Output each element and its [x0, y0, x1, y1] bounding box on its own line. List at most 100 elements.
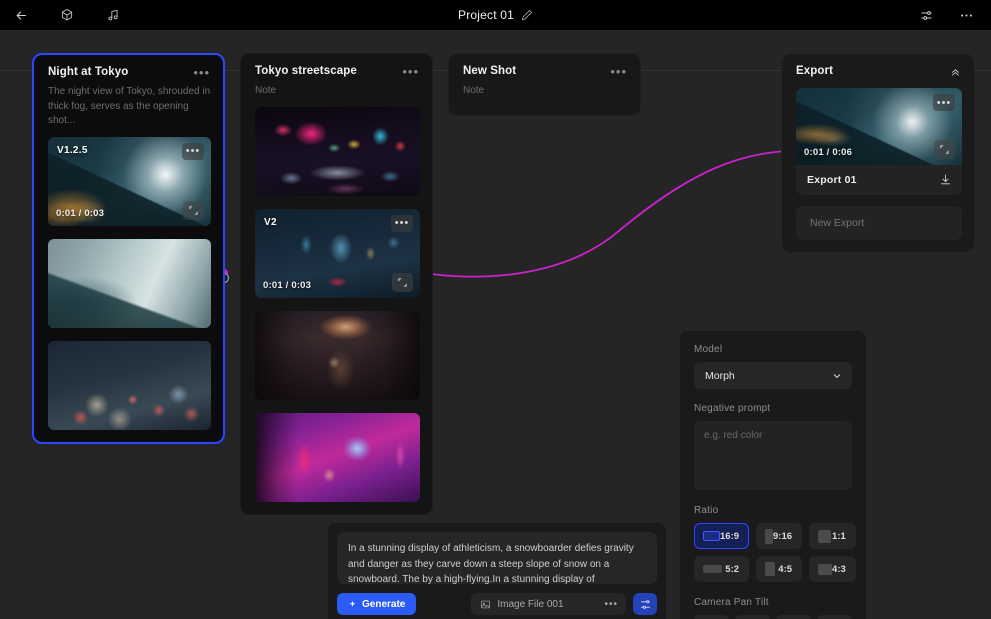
panel-body: ••• 0:01 / 0:06 Export 01 New Export — [782, 88, 974, 252]
page-title: Project 01 — [458, 8, 514, 22]
export-item-name: Export 01 — [807, 174, 857, 186]
image-file-icon — [480, 599, 491, 610]
ratio-shape-preview — [703, 565, 722, 573]
node-thumbnail-list: V1.2.5 ••• 0:01 / 0:03 — [34, 137, 223, 442]
version-badge: V2 — [264, 217, 277, 228]
camera-pan-tilt-controls — [694, 615, 852, 619]
thumbnail-buildings — [48, 239, 211, 328]
panel-export[interactable]: Export ••• 0:01 / 0:06 — [781, 53, 975, 253]
thumbnail-clip-v125[interactable]: V1.2.5 ••• 0:01 / 0:03 — [48, 137, 211, 226]
node-header: New Shot ••• Note — [449, 54, 640, 107]
back-arrow-icon[interactable] — [8, 2, 34, 28]
panel-title: Export — [796, 65, 833, 77]
top-bar-left-tools — [0, 2, 126, 28]
more-dots-icon[interactable]: ••• — [933, 94, 955, 111]
ratio-option-5-2[interactable]: 5:2 — [694, 556, 749, 582]
export-item-card[interactable]: ••• 0:01 / 0:06 Export 01 — [796, 88, 962, 195]
ratio-option-label: 16:9 — [720, 531, 739, 542]
more-dots-icon[interactable]: ••• — [391, 215, 413, 232]
pan-up-right-icon[interactable] — [735, 615, 770, 619]
ratio-shape-preview — [703, 531, 720, 541]
download-icon[interactable] — [939, 173, 952, 186]
ratio-option-label: 5:2 — [725, 564, 739, 575]
node-title: New Shot — [463, 65, 516, 77]
cube-3d-icon[interactable] — [54, 2, 80, 28]
more-dots-icon[interactable]: ••• — [609, 65, 628, 79]
expand-icon[interactable] — [183, 201, 204, 220]
prompt-settings-button[interactable] — [633, 593, 657, 615]
pan-up-left-icon[interactable] — [694, 615, 729, 619]
node-subtitle: Note — [463, 84, 628, 99]
attached-file-chip[interactable]: Image File 001 ••• — [471, 593, 626, 615]
more-dots-icon[interactable]: ••• — [192, 66, 211, 80]
expand-icon[interactable] — [392, 273, 413, 292]
node-card-tokyo-streetscape[interactable]: Tokyo streetscape ••• Note V2 ••• — [240, 53, 433, 515]
node-canvas[interactable]: Night at Tokyo ••• The night view of Tok… — [0, 30, 991, 619]
ratio-option-4-3[interactable]: 4:3 — [809, 556, 856, 582]
node-card-night-at-tokyo[interactable]: Night at Tokyo ••• The night view of Tok… — [32, 53, 225, 444]
model-label: Model — [694, 344, 852, 355]
app-root: Project 01 — [0, 0, 991, 619]
ratio-label: Ratio — [694, 505, 852, 516]
generate-button[interactable]: Generate — [337, 593, 416, 615]
node-description: The night view of Tokyo, shrouded in thi… — [48, 85, 211, 129]
generate-button-label: Generate — [362, 599, 405, 610]
ratio-shape-preview — [765, 529, 773, 544]
more-dots-icon[interactable] — [953, 2, 979, 28]
thumbnail-silhouettes — [255, 311, 420, 400]
attached-file-name: Image File 001 — [497, 599, 598, 610]
panel-prompt-bar: In a stunning display of athleticism, a … — [327, 522, 667, 619]
version-badge: V1.2.5 — [57, 145, 88, 156]
ratio-option-4-5[interactable]: 4:5 — [756, 556, 802, 582]
model-select[interactable]: Morph — [694, 362, 852, 389]
panel-generation-settings: Model Morph Negative prompt e.g. red col… — [679, 330, 867, 619]
node-header: Tokyo streetscape ••• Note — [241, 54, 432, 107]
prompt-input[interactable]: In a stunning display of athleticism, a … — [337, 532, 657, 584]
more-dots-icon[interactable]: ••• — [401, 65, 420, 79]
thumbnail-neon-crossing[interactable] — [255, 107, 420, 196]
ratio-option-label: 9:16 — [773, 531, 792, 542]
thumbnail-clip-v2[interactable]: V2 ••• 0:01 / 0:03 — [255, 209, 420, 298]
thumbnail-night-city[interactable] — [48, 341, 211, 430]
playback-time: 0:01 / 0:03 — [263, 280, 311, 291]
top-bar-right-tools — [913, 0, 979, 30]
playback-time: 0:01 / 0:03 — [56, 208, 104, 219]
sparkle-icon — [348, 600, 357, 609]
thumbnail-sunset-street[interactable] — [255, 311, 420, 400]
sliders-settings-icon[interactable] — [913, 2, 939, 28]
expand-icon[interactable] — [934, 140, 955, 159]
prompt-action-row: Generate Image File 001 ••• — [337, 593, 657, 615]
thumbnail-foreground-figure — [255, 413, 420, 502]
thumbnail-foggy-city[interactable] — [48, 239, 211, 328]
node-card-new-shot[interactable]: New Shot ••• Note — [448, 53, 641, 116]
ratio-option-1-1[interactable]: 1:1 — [809, 523, 856, 549]
node-header: Night at Tokyo ••• The night view of Tok… — [34, 55, 223, 137]
thumbnail-neon-alley[interactable] — [255, 413, 420, 502]
negative-prompt-input[interactable]: e.g. red color — [694, 421, 852, 490]
ratio-option-9-16[interactable]: 9:16 — [756, 523, 802, 549]
node-title: Night at Tokyo — [48, 66, 128, 78]
node-title: Tokyo streetscape — [255, 65, 357, 77]
camera-pan-tilt-label: Camera Pan Tilt — [694, 597, 852, 608]
music-note-icon[interactable] — [100, 2, 126, 28]
ratio-shape-preview — [765, 562, 775, 576]
negative-prompt-label: Negative prompt — [694, 403, 852, 414]
ratio-option-16-9[interactable]: 16:9 — [694, 523, 749, 549]
ratio-option-label: 4:5 — [778, 564, 792, 575]
more-dots-icon[interactable]: ••• — [182, 143, 204, 160]
chevron-double-up-icon[interactable] — [949, 65, 962, 78]
more-dots-icon[interactable]: ••• — [604, 599, 618, 610]
pan-vertical-icon[interactable] — [817, 615, 852, 619]
panel-header: Export — [782, 54, 974, 88]
ratio-option-group: 16:99:161:15:24:54:3 — [694, 523, 852, 582]
node-subtitle: Note — [255, 84, 420, 99]
project-title-group: Project 01 — [0, 0, 991, 30]
ratio-shape-preview — [818, 530, 831, 543]
thumbnail-export-preview[interactable]: ••• 0:01 / 0:06 — [796, 88, 962, 165]
model-select-value: Morph — [705, 370, 735, 382]
top-bar: Project 01 — [0, 0, 991, 30]
ratio-option-label: 1:1 — [832, 531, 846, 542]
pan-up-icon[interactable] — [776, 615, 811, 619]
new-export-button[interactable]: New Export — [796, 206, 962, 240]
pencil-edit-icon[interactable] — [521, 9, 533, 21]
